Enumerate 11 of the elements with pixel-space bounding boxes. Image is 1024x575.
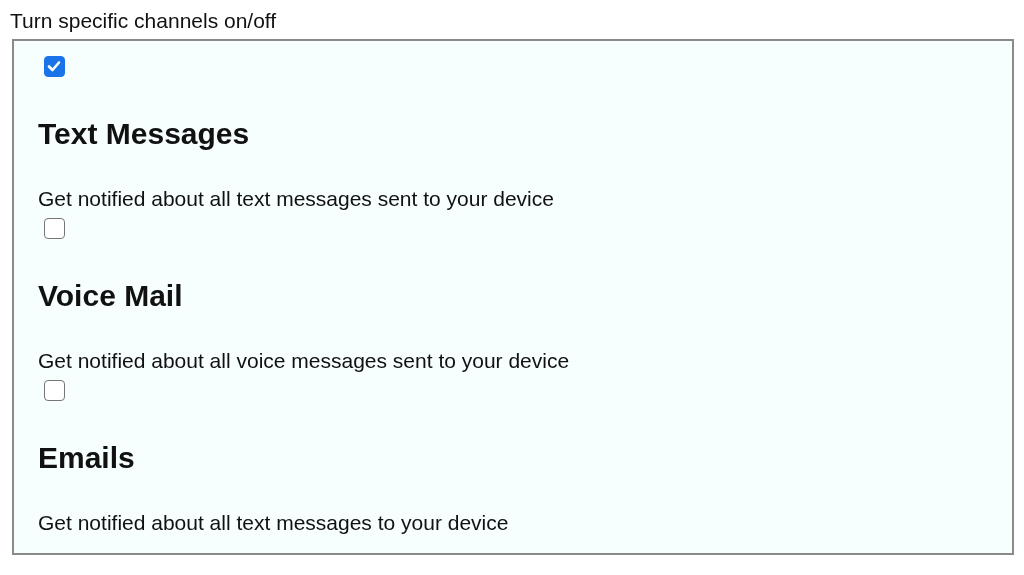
- checkmark-icon: [47, 61, 61, 72]
- checkbox[interactable]: [44, 218, 65, 239]
- channel-description: Get notified about all text messages to your device: [38, 510, 510, 536]
- channel-description: Get notified about all voice messages sent to your device: [38, 348, 571, 374]
- section-title: Turn specific channels on/off: [10, 8, 278, 34]
- channel-title: Voice Mail: [38, 278, 184, 314]
- channel-title: Emails: [38, 440, 136, 476]
- channel-description: Get notified about all text messages sent to your device: [38, 186, 555, 212]
- checkbox[interactable]: [44, 380, 65, 401]
- checkbox[interactable]: [44, 56, 65, 77]
- channel-title: Text Messages: [38, 116, 251, 152]
